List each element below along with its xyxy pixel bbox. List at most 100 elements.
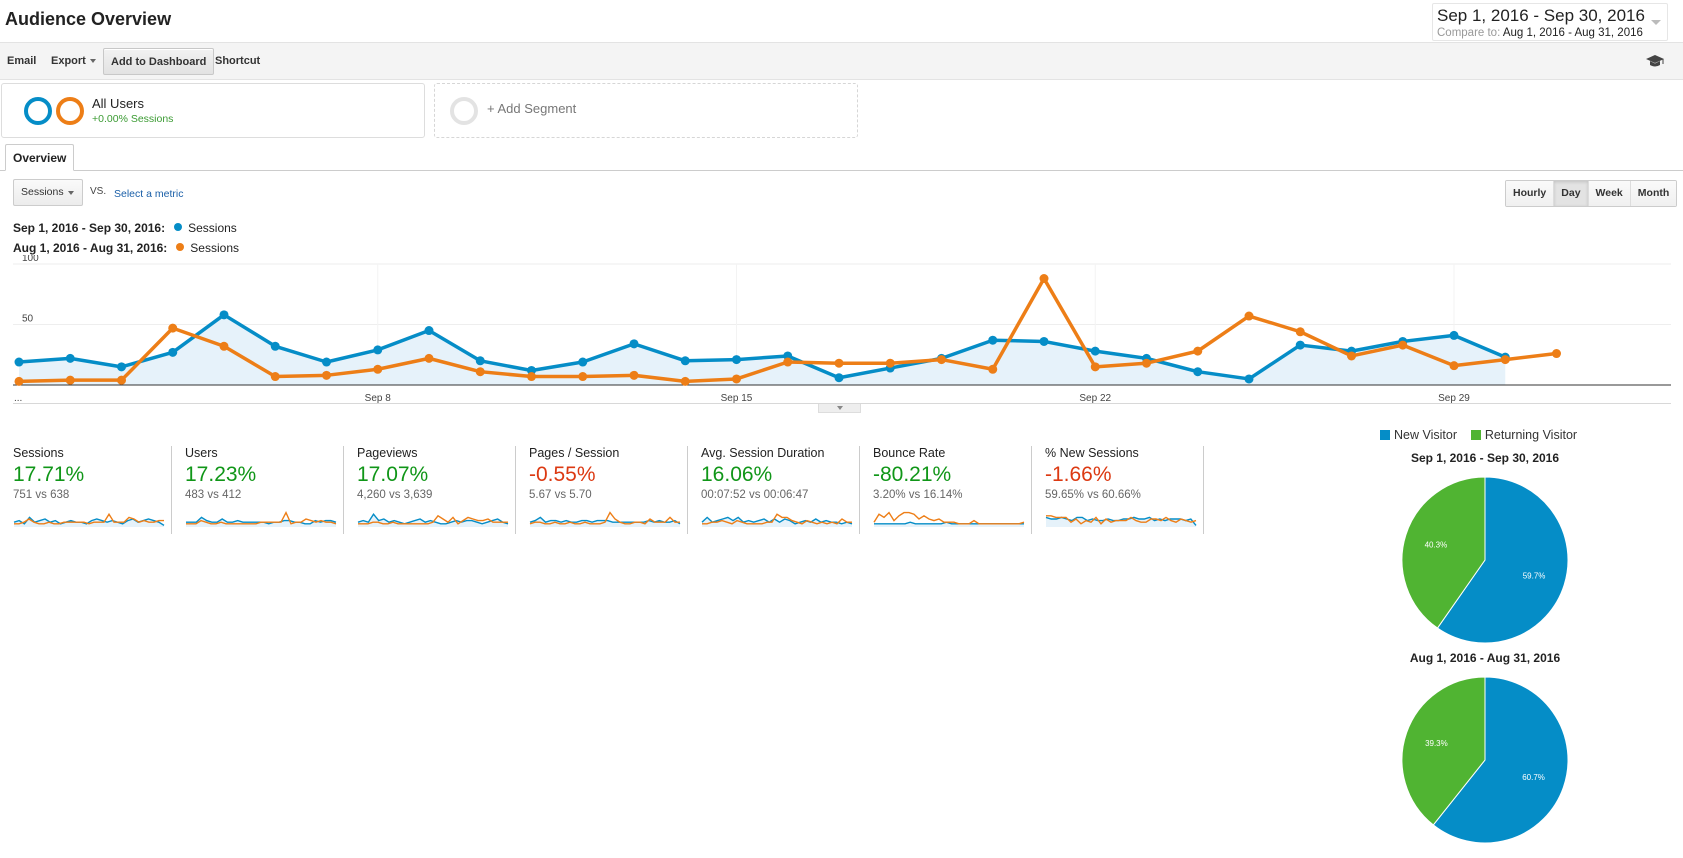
sparkline-compare (873, 511, 1025, 525)
data-point (475, 367, 485, 377)
metric-change: 17.07% (357, 463, 429, 486)
data-point (1039, 274, 1049, 284)
graduation-cap-icon[interactable] (1645, 53, 1665, 69)
data-point (1500, 355, 1510, 365)
add-segment-label: + Add Segment (487, 101, 577, 116)
data-point (1090, 362, 1100, 372)
metric-name: Pageviews (357, 446, 418, 460)
legend-range: Aug 1, 2016 - Aug 31, 2016: (13, 241, 168, 255)
metric-pages-session[interactable]: Pages / Session -0.55% 5.67 vs 5.70 (516, 446, 688, 534)
data-point (424, 326, 434, 336)
metric-name: Bounce Rate (873, 446, 946, 460)
data-point (475, 356, 485, 366)
data-point (373, 345, 383, 355)
data-point (1039, 336, 1049, 346)
data-point (1244, 311, 1254, 321)
data-point (65, 353, 75, 363)
data-point (680, 356, 690, 366)
legend-compare: Aug 1, 2016 - Aug 31, 2016: Sessions (13, 241, 239, 255)
sparkline (13, 512, 165, 527)
legend-series: Sessions (190, 241, 239, 255)
pie-chart-current: 59.7% 40.3% (1401, 476, 1569, 644)
metric-select[interactable]: Sessions (13, 179, 83, 206)
data-point (1449, 361, 1459, 371)
metric-name: Avg. Session Duration (701, 446, 825, 460)
add-to-dashboard-button[interactable]: Add to Dashboard (103, 48, 215, 75)
data-point (578, 372, 588, 382)
data-point (629, 370, 639, 380)
segment-all-users[interactable]: All Users +0.00% Sessions (1, 83, 425, 138)
metric-change: -1.66% (1045, 463, 1112, 486)
data-point (117, 362, 126, 372)
metric-compare: 3.20% vs 16.14% (873, 489, 963, 501)
data-point (219, 341, 229, 351)
metric--new-sessions[interactable]: % New Sessions -1.66% 59.65% vs 60.66% (1032, 446, 1204, 534)
sessions-line-chart: 50100... Sep 8 Sep 15 Sep 22 Sep 29 (13, 255, 1671, 404)
data-point (629, 339, 639, 349)
data-point (527, 372, 536, 382)
chart-collapse-toggle[interactable] (818, 404, 861, 413)
legend-series: Sessions (188, 221, 237, 235)
interval-month-button[interactable]: Month (1629, 181, 1677, 206)
metric-compare: 00:07:52 vs 00:06:47 (701, 489, 809, 501)
data-point (988, 335, 998, 345)
empty-segment-ring-icon (450, 97, 478, 125)
metric-change: 17.71% (13, 463, 85, 486)
tab-overview[interactable]: Overview (5, 144, 75, 171)
metric-select-value: Sessions (21, 186, 64, 198)
data-point (885, 358, 895, 368)
data-point (373, 364, 383, 374)
data-point (680, 376, 690, 386)
data-point (732, 355, 741, 365)
data-point (270, 341, 280, 351)
metric-name: Pages / Session (529, 446, 620, 460)
email-button[interactable]: Email (7, 48, 36, 75)
metric-change: 17.23% (185, 463, 257, 486)
date-range-primary: Sep 1, 2016 - Sep 30, 2016 (1437, 6, 1645, 25)
pie-title-compare: Aug 1, 2016 - Aug 31, 2016 (1409, 651, 1561, 665)
sparkline (701, 513, 853, 527)
metric-avg-session-duration[interactable]: Avg. Session Duration 16.06% 00:07:52 vs 0… (688, 446, 860, 534)
export-label: Export (51, 55, 86, 67)
pie-chart-compare: 60.7% 39.3% (1401, 676, 1569, 844)
data-point (1552, 349, 1561, 359)
toolbar: Email Export Add to Dashboard Shortcut (0, 42, 1683, 80)
data-point (424, 353, 434, 363)
interval-week-button[interactable]: Week (1587, 181, 1630, 206)
pie-legend: New Visitor Returning Visitor (1380, 428, 1577, 442)
caret-down-icon (68, 191, 74, 195)
segment-ring-icon (24, 97, 52, 125)
data-point (578, 357, 588, 367)
metric-bounce-rate[interactable]: Bounce Rate -80.21% 3.20% vs 16.14% (860, 446, 1032, 534)
data-point (1142, 358, 1151, 368)
segment-ring-icon (56, 97, 84, 125)
metric-change: -0.55% (529, 463, 596, 486)
date-range-picker[interactable]: Sep 1, 2016 - Sep 30, 2016 Compare to: A… (1432, 3, 1668, 41)
data-point (1090, 346, 1100, 356)
metric-pageviews[interactable]: Pageviews 17.07% 4,260 vs 3,639 (344, 446, 516, 534)
add-segment-button[interactable]: + Add Segment (434, 83, 858, 138)
y-tick-label: 50 (22, 314, 34, 325)
legend-current: Sep 1, 2016 - Sep 30, 2016: Sessions (13, 221, 237, 235)
caret-down-icon (89, 59, 96, 64)
shortcut-button[interactable]: Shortcut (215, 48, 260, 75)
interval-day-button[interactable]: Day (1553, 181, 1588, 206)
select-metric-link[interactable]: Select a metric (114, 188, 183, 200)
data-point (219, 310, 229, 320)
pie-title-current: Sep 1, 2016 - Sep 30, 2016 (1410, 451, 1560, 465)
export-button[interactable]: Export (51, 48, 96, 75)
date-range-compare: Compare to: Aug 1, 2016 - Aug 31, 2016 (1437, 26, 1663, 41)
data-point (834, 358, 844, 368)
interval-hourly-button[interactable]: Hourly (1506, 181, 1554, 206)
sparkline (873, 511, 1025, 527)
data-point (1295, 327, 1305, 337)
metric-users[interactable]: Users 17.23% 483 vs 412 (172, 446, 344, 534)
metric-compare: 5.67 vs 5.70 (529, 489, 592, 501)
interval-selector: Hourly Day Week Month (1505, 180, 1678, 207)
data-point (783, 357, 793, 367)
sparkline (529, 511, 681, 527)
data-point (1398, 340, 1408, 350)
metric-sessions[interactable]: Sessions 17.71% 751 vs 638 (0, 446, 172, 534)
data-point (732, 374, 741, 384)
pie-legend-new: New Visitor (1394, 428, 1457, 442)
